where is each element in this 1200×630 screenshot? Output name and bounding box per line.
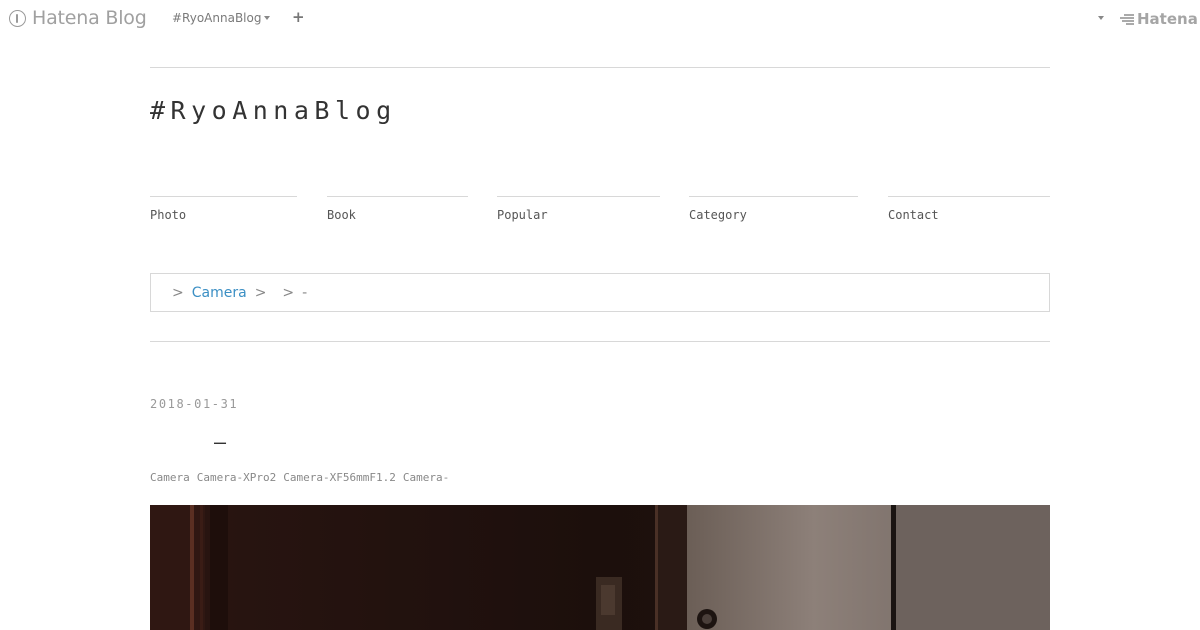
global-header: Hatena Blog #RyoAnnaBlog + Hatena bbox=[0, 0, 1200, 36]
breadcrumb-current: - bbox=[302, 284, 308, 301]
content-divider bbox=[150, 341, 1050, 342]
breadcrumb-separator: > bbox=[254, 284, 267, 301]
nav-item-book-label[interactable]: Book bbox=[327, 208, 468, 222]
entry-title[interactable]: – bbox=[214, 430, 226, 454]
blog-title[interactable]: #RyoAnnaBlog bbox=[150, 96, 397, 125]
hatena-blog-logo[interactable]: Hatena Blog bbox=[9, 7, 147, 29]
nav-item-category[interactable]: Category bbox=[689, 196, 858, 222]
header-divider bbox=[150, 67, 1050, 68]
blog-selector-label: #RyoAnnaBlog bbox=[172, 11, 262, 25]
entry-categories: Camera Camera-XPro2 Camera-XF56mmF1.2 Ca… bbox=[150, 471, 456, 484]
chevron-down-icon bbox=[264, 16, 271, 20]
nav-item-popular[interactable]: Popular bbox=[497, 196, 660, 222]
hatena-brand-link[interactable]: Hatena bbox=[1118, 10, 1198, 28]
nav-item-photo-label[interactable]: Photo bbox=[150, 208, 297, 222]
hatena-blog-logo-icon bbox=[9, 9, 26, 27]
entry-photo-image bbox=[150, 505, 1050, 630]
breadcrumb: > Camera > > - bbox=[150, 273, 1050, 312]
category-link[interactable]: Camera- bbox=[403, 471, 449, 484]
nav-item-category-label[interactable]: Category bbox=[689, 208, 858, 222]
entry-date[interactable]: 2018-01-31 bbox=[150, 397, 238, 411]
nav-item-contact-label[interactable]: Contact bbox=[888, 208, 1050, 222]
hatena-brand-text: Hatena bbox=[1137, 10, 1198, 28]
entry-photo[interactable] bbox=[150, 505, 1050, 630]
breadcrumb-separator: > bbox=[282, 284, 295, 301]
nav-item-popular-label[interactable]: Popular bbox=[497, 208, 660, 222]
nav-divider bbox=[689, 196, 858, 197]
category-link[interactable]: Camera-XPro2 bbox=[197, 471, 276, 484]
nav-item-contact[interactable]: Contact bbox=[888, 196, 1050, 222]
hatena-blog-logo-text: Hatena Blog bbox=[32, 7, 147, 29]
category-link[interactable]: Camera-XF56mmF1.2 bbox=[283, 471, 396, 484]
nav-item-photo[interactable]: Photo bbox=[150, 196, 297, 222]
account-menu-chevron-down-icon[interactable] bbox=[1098, 16, 1104, 20]
nav-divider bbox=[888, 196, 1050, 197]
nav-divider bbox=[150, 196, 297, 197]
blog-selector-dropdown[interactable]: #RyoAnnaBlog bbox=[172, 11, 271, 25]
breadcrumb-separator: > bbox=[172, 284, 184, 301]
breadcrumb-link-camera[interactable]: Camera bbox=[192, 285, 247, 301]
nav-item-book[interactable]: Book bbox=[327, 196, 468, 222]
nav-divider bbox=[327, 196, 468, 197]
hatena-wing-icon bbox=[1118, 13, 1134, 25]
new-post-button[interactable]: + bbox=[292, 8, 305, 26]
category-link[interactable]: Camera bbox=[150, 471, 190, 484]
nav-divider bbox=[497, 196, 660, 197]
